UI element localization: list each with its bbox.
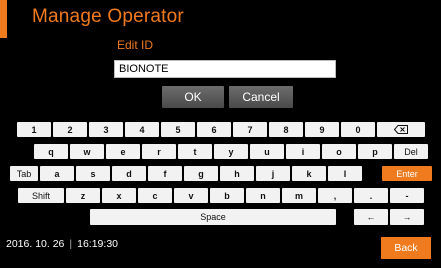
page-title: Manage Operator xyxy=(32,6,184,27)
key-backspace[interactable] xyxy=(377,122,425,137)
key-y[interactable]: y xyxy=(214,144,248,159)
date-text: 2016. 10. 26 xyxy=(6,238,65,250)
key-space[interactable]: Space xyxy=(90,209,336,225)
title-accent-bar xyxy=(0,0,7,38)
key-7[interactable]: 7 xyxy=(233,122,267,137)
key-q[interactable]: q xyxy=(34,144,68,159)
key-arrow-left[interactable]: ← xyxy=(354,209,388,225)
key-j[interactable]: j xyxy=(256,166,290,181)
key-2[interactable]: 2 xyxy=(53,122,87,137)
key-r[interactable]: r xyxy=(142,144,176,159)
back-button[interactable]: Back xyxy=(381,237,431,259)
key-o[interactable]: o xyxy=(322,144,356,159)
key-3[interactable]: 3 xyxy=(89,122,123,137)
key-e[interactable]: e xyxy=(106,144,140,159)
key-u[interactable]: u xyxy=(250,144,284,159)
key-g[interactable]: g xyxy=(184,166,218,181)
id-input[interactable] xyxy=(114,60,336,78)
datetime-display: 2016. 10. 26 | 16:19:30 xyxy=(6,238,118,250)
key-b[interactable]: b xyxy=(210,188,244,203)
key-9[interactable]: 9 xyxy=(305,122,339,137)
time-text: 16:19:30 xyxy=(77,238,118,250)
key-hyphen[interactable]: - xyxy=(390,188,424,203)
key-l[interactable]: l xyxy=(328,166,362,181)
key-v[interactable]: v xyxy=(174,188,208,203)
key-x[interactable]: x xyxy=(102,188,136,203)
key-f[interactable]: f xyxy=(148,166,182,181)
field-label: Edit ID xyxy=(117,38,154,52)
key-shift[interactable]: Shift xyxy=(18,188,64,203)
key-del[interactable]: Del xyxy=(394,144,428,159)
ok-button[interactable]: OK xyxy=(162,86,224,108)
key-t[interactable]: t xyxy=(178,144,212,159)
on-screen-keyboard: 1 2 3 4 5 6 7 8 9 0 q w e r t y u i o p … xyxy=(0,0,441,268)
key-k[interactable]: k xyxy=(292,166,326,181)
backspace-icon xyxy=(394,125,408,134)
key-5[interactable]: 5 xyxy=(161,122,195,137)
key-m[interactable]: m xyxy=(282,188,316,203)
key-period[interactable]: . xyxy=(354,188,388,203)
key-i[interactable]: i xyxy=(286,144,320,159)
key-n[interactable]: n xyxy=(246,188,280,203)
key-a[interactable]: a xyxy=(40,166,74,181)
key-enter[interactable]: Enter xyxy=(382,166,432,181)
key-d[interactable]: d xyxy=(112,166,146,181)
key-1[interactable]: 1 xyxy=(17,122,51,137)
key-p[interactable]: p xyxy=(358,144,392,159)
key-arrow-right[interactable]: → xyxy=(390,209,424,225)
key-0[interactable]: 0 xyxy=(341,122,375,137)
datetime-separator: | xyxy=(69,238,73,250)
cancel-button[interactable]: Cancel xyxy=(229,86,293,108)
key-6[interactable]: 6 xyxy=(197,122,231,137)
key-h[interactable]: h xyxy=(220,166,254,181)
key-4[interactable]: 4 xyxy=(125,122,159,137)
key-comma[interactable]: , xyxy=(318,188,352,203)
key-8[interactable]: 8 xyxy=(269,122,303,137)
key-s[interactable]: s xyxy=(76,166,110,181)
key-w[interactable]: w xyxy=(70,144,104,159)
key-tab[interactable]: Tab xyxy=(10,166,38,181)
key-z[interactable]: z xyxy=(66,188,100,203)
key-c[interactable]: c xyxy=(138,188,172,203)
